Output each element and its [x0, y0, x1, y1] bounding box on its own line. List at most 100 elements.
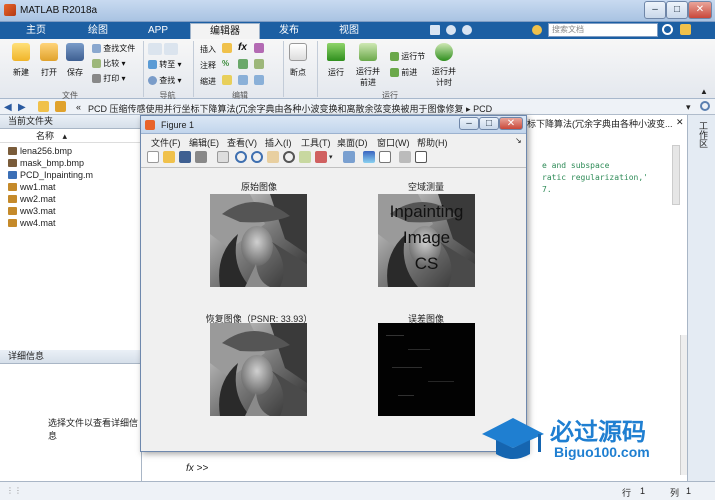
tab-editor[interactable]: 编辑器	[190, 23, 260, 39]
figure-close-button[interactable]: ✕	[499, 117, 523, 130]
maximize-button[interactable]: □	[666, 1, 688, 19]
zoom-out-icon[interactable]	[251, 151, 263, 163]
goto-button[interactable]: 转至 ▾	[148, 59, 181, 70]
insert-fn-icon[interactable]	[254, 43, 264, 53]
list-item[interactable]: ww4.mat	[0, 217, 141, 229]
colorbar-icon[interactable]	[363, 151, 375, 163]
fx-button[interactable]: fx	[238, 42, 247, 53]
figure-maximize-button[interactable]: □	[479, 117, 499, 130]
tab-home[interactable]: 主页	[2, 23, 70, 39]
comment-button[interactable]: 注释	[200, 60, 216, 71]
watermark-url: Biguo100.com	[554, 444, 650, 460]
redo-quick-icon[interactable]	[462, 25, 472, 35]
zoom-in-icon[interactable]	[235, 151, 247, 163]
link-plot-icon[interactable]	[343, 151, 355, 163]
hide-tools-icon[interactable]	[399, 151, 411, 163]
subplot-title: 空域测量	[407, 182, 444, 192]
nav-back-icon[interactable]	[148, 43, 162, 55]
command-prompt[interactable]: fx >>	[186, 463, 208, 474]
overlay-text: Image	[402, 228, 451, 247]
compare-icon	[92, 59, 101, 69]
minimize-button[interactable]: –	[644, 1, 666, 19]
print-figure-icon[interactable]	[195, 151, 207, 163]
rotate-icon[interactable]	[283, 151, 295, 163]
address-path[interactable]: PCD 压缩传感使用并行坐标下降算法(冗余字典由各种小波变换和离散余弦变换被用于…	[88, 102, 492, 115]
indent-icon[interactable]	[238, 75, 248, 85]
forward-arrow-icon[interactable]: ▶	[18, 102, 26, 113]
smart-indent-icon[interactable]	[222, 75, 232, 85]
list-item[interactable]: ww1.mat	[0, 181, 141, 193]
up-folder-icon[interactable]	[38, 101, 49, 112]
save-figure-icon[interactable]	[179, 151, 191, 163]
search-input[interactable]: 搜索文档	[548, 23, 658, 37]
column-header[interactable]: 名称 ▴	[0, 129, 141, 143]
search-icon[interactable]	[662, 24, 673, 35]
run-advance-label-1: 运行并	[356, 67, 380, 76]
editor-close-icon[interactable]: ✕	[676, 117, 684, 128]
comment-percent-icon[interactable]: %	[222, 59, 229, 68]
new-figure-icon[interactable]	[147, 151, 159, 163]
brush-icon[interactable]	[315, 151, 327, 163]
menu-dock-icon[interactable]: ↘	[515, 136, 522, 145]
open-button[interactable]: 打开	[38, 43, 60, 78]
wrap-comments-icon[interactable]	[238, 59, 248, 69]
figure-window[interactable]: Figure 1 – □ ✕ 文件(F) 编辑(E) 查看(V) 插入(I) 工…	[140, 115, 527, 452]
name-column-label: 名称	[36, 131, 55, 141]
insert-button[interactable]: 插入	[200, 44, 216, 55]
save-quick-icon[interactable]	[430, 25, 440, 35]
tab-apps[interactable]: APP	[126, 23, 190, 39]
figure-title-bar[interactable]: Figure 1 – □ ✕	[141, 116, 526, 134]
list-item[interactable]: mask_bmp.bmp	[0, 157, 141, 169]
legend-icon[interactable]	[379, 151, 391, 163]
run-advance-button[interactable]: 运行并 前进	[356, 43, 380, 88]
ribbon-collapse-icon[interactable]: ▲	[700, 87, 708, 96]
save-button[interactable]: 保存	[64, 43, 86, 78]
address-search-icon[interactable]	[700, 101, 710, 111]
uncomment-icon[interactable]	[254, 59, 264, 69]
undo-quick-icon[interactable]	[446, 25, 456, 35]
brush-dropdown-icon[interactable]: ▾	[329, 153, 333, 161]
figure-canvas: 原始图像 空域测量 Inpainting Image CS 恢复图像（PSNR:…	[141, 168, 526, 451]
back-arrow-icon[interactable]: ◀	[4, 102, 12, 113]
breakpoints-button[interactable]: 断点	[286, 43, 310, 78]
new-button[interactable]: 新建	[10, 43, 32, 78]
notification-icon[interactable]	[680, 24, 691, 35]
help-quick-icon[interactable]	[532, 25, 542, 35]
tab-plots[interactable]: 绘图	[70, 23, 126, 39]
close-button[interactable]: ✕	[688, 1, 712, 19]
list-item[interactable]: ww3.mat	[0, 205, 141, 217]
find-files-button[interactable]: 查找文件	[92, 43, 135, 54]
edit-plot-icon[interactable]	[217, 151, 229, 163]
browse-folder-icon[interactable]	[55, 101, 66, 112]
print-button[interactable]: 打印 ▾	[92, 73, 125, 84]
editor-scrollbar[interactable]	[672, 145, 680, 205]
nav-forward-icon[interactable]	[164, 43, 178, 55]
tab-publish[interactable]: 发布	[260, 23, 318, 39]
tab-view[interactable]: 视图	[318, 23, 380, 39]
insert-section-icon[interactable]	[222, 43, 232, 53]
sort-arrow-icon: ▴	[62, 131, 68, 141]
advance-button[interactable]: 前进	[390, 67, 417, 78]
address-dropdown-icon[interactable]: ▾	[686, 102, 691, 113]
indent-button[interactable]: 缩进	[200, 76, 216, 87]
list-item[interactable]: ww2.mat	[0, 193, 141, 205]
file-icon	[8, 159, 17, 167]
run-button[interactable]: 运行	[326, 43, 346, 78]
file-name: lena256.bmp	[20, 146, 73, 156]
list-item[interactable]: lena256.bmp	[0, 145, 141, 157]
open-file-icon[interactable]	[163, 151, 175, 163]
list-item[interactable]: PCD_Inpainting.m	[0, 169, 141, 181]
pan-icon[interactable]	[267, 151, 279, 163]
figure-minimize-button[interactable]: –	[459, 117, 479, 130]
show-tools-icon[interactable]	[415, 151, 427, 163]
compare-button[interactable]: 比较 ▾	[92, 58, 125, 69]
find-button[interactable]: 查找 ▾	[148, 75, 181, 86]
data-cursor-icon[interactable]	[299, 151, 311, 163]
graduation-cap-logo	[482, 418, 544, 459]
watermark: 必过源码 Biguo100.com	[482, 410, 712, 470]
run-time-button[interactable]: 运行并 计时	[432, 43, 456, 88]
open-label: 打开	[41, 68, 57, 77]
outdent-icon[interactable]	[254, 75, 264, 85]
workspace-tab[interactable]: 工作区	[696, 121, 708, 148]
run-section-button[interactable]: 运行节	[390, 51, 425, 62]
